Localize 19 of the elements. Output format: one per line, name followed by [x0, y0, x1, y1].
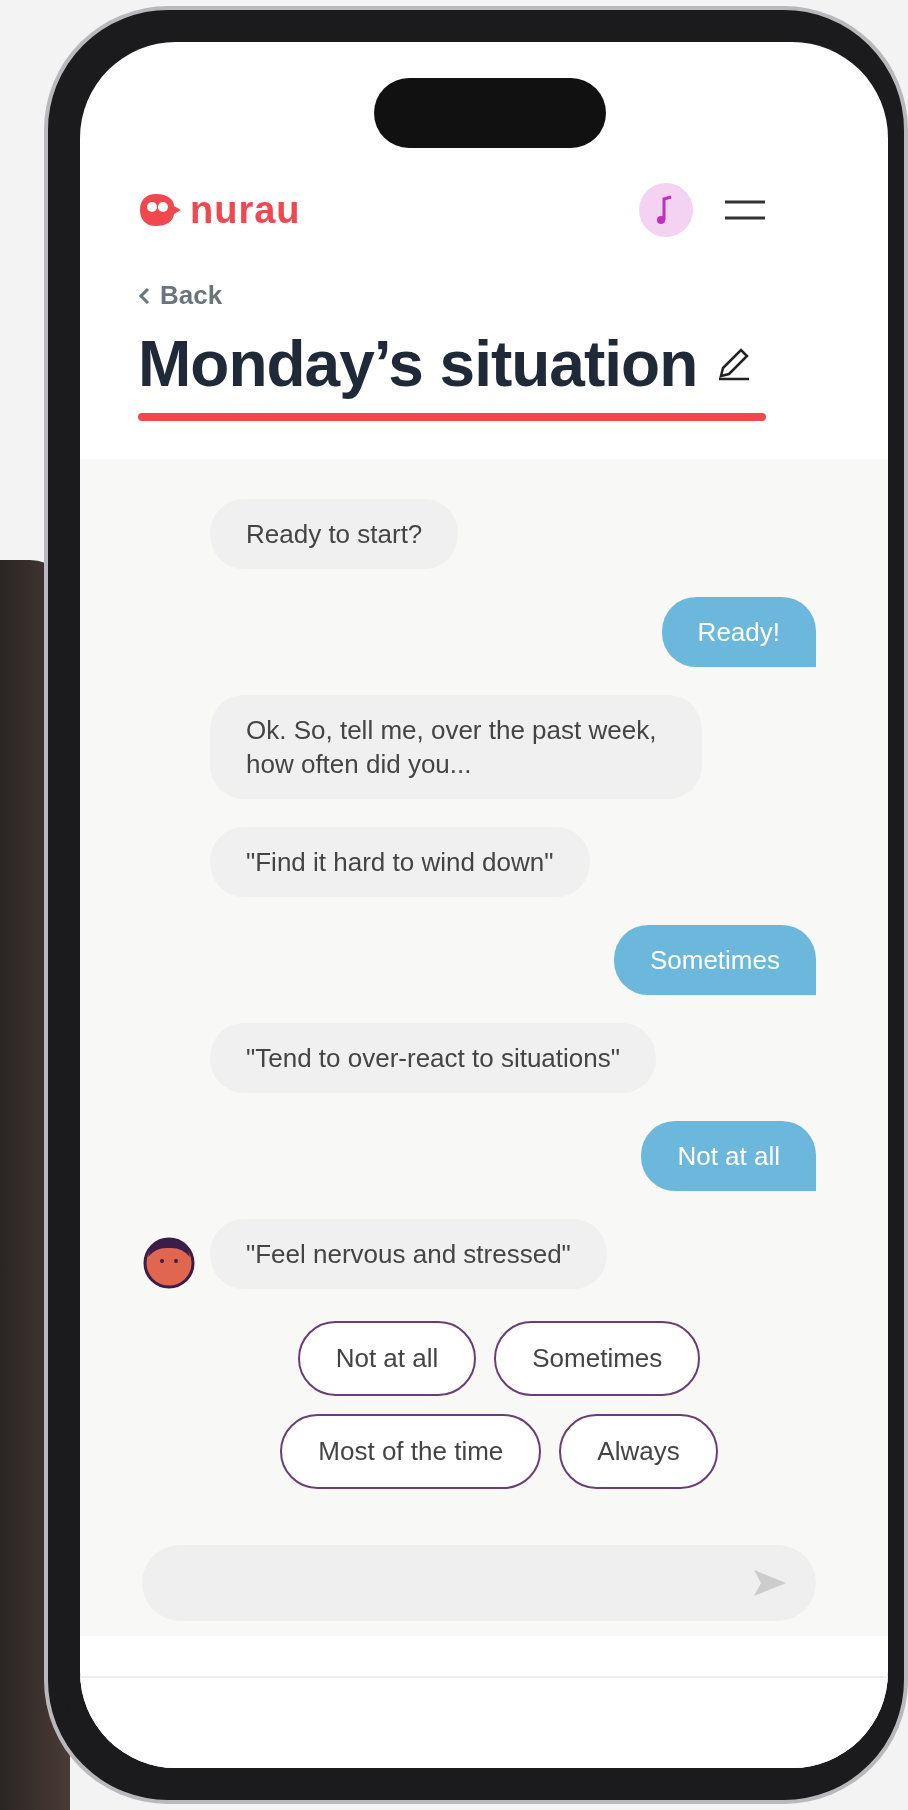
bot-message-bubble: Ok. So, tell me, over the past week, how often did you...	[210, 695, 702, 799]
bot-message-bubble: "Feel nervous and stressed"	[210, 1219, 607, 1289]
quick-reply-button[interactable]: Sometimes	[494, 1321, 701, 1396]
page-title: Monday’s situation	[138, 327, 698, 401]
quick-reply-button[interactable]: Most of the time	[280, 1414, 542, 1489]
chevron-left-icon	[138, 286, 150, 305]
bot-message-bubble: "Find it hard to wind down"	[210, 827, 590, 897]
back-link[interactable]: Back	[138, 280, 223, 311]
menu-icon[interactable]	[724, 199, 766, 221]
logo-text: nurau	[190, 188, 301, 232]
user-message-bubble: Sometimes	[613, 925, 816, 995]
quick-reply-button[interactable]: Not at all	[297, 1321, 477, 1396]
bot-message-bubble: Ready to start?	[210, 499, 459, 569]
bot-message-bubble: "Tend to over-react to situations"	[210, 1023, 656, 1093]
user-message-bubble: Not at all	[641, 1121, 816, 1191]
user-message-bubble: Ready!	[661, 597, 816, 667]
logo-icon	[138, 192, 182, 228]
quick-reply-button[interactable]: Always	[559, 1414, 718, 1489]
music-note-icon[interactable]	[638, 182, 694, 238]
